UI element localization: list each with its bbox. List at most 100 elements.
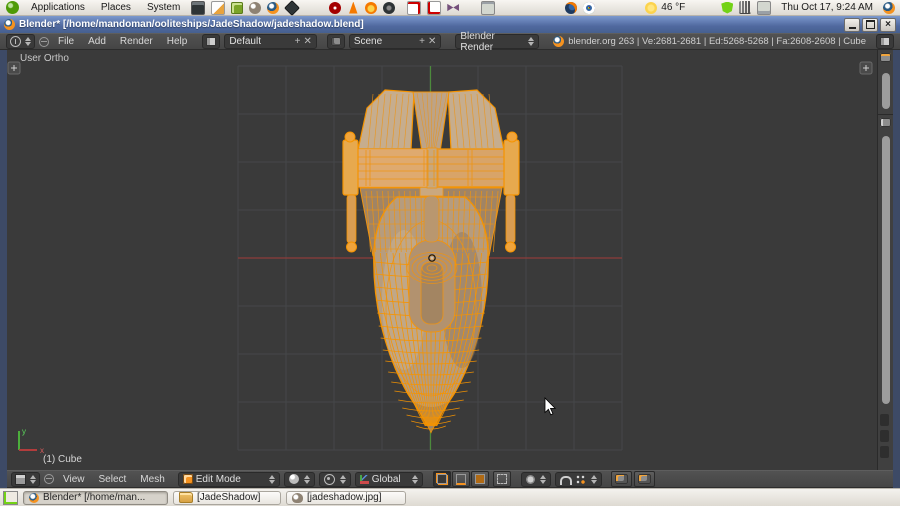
menu-mesh[interactable]: Mesh	[135, 474, 169, 485]
window-duplicate-button[interactable]	[876, 34, 894, 49]
close-button[interactable]: ×	[880, 18, 896, 32]
menu-file[interactable]: File	[53, 36, 79, 47]
outliner-strip[interactable]	[878, 53, 893, 115]
maximize-button[interactable]	[862, 18, 878, 32]
properties-scrollbar[interactable]	[882, 136, 890, 404]
menu-places[interactable]: Places	[94, 0, 138, 15]
toolshelf-expand-button[interactable]	[8, 62, 20, 74]
render-opengl-anim-button[interactable]	[634, 471, 655, 487]
task-label-folder: [JadeShadow]	[197, 492, 260, 503]
remove-scene-icon[interactable]: ✕	[428, 36, 436, 47]
screen-layout-field[interactable]: Default + ✕	[224, 34, 317, 49]
orientation-dropdown[interactable]: Global	[355, 472, 423, 487]
viewport-shading-dropdown[interactable]	[284, 472, 315, 487]
properties-tab-stub2[interactable]	[880, 430, 889, 442]
scene-name: Scene	[354, 36, 416, 47]
menu-add[interactable]: Add	[83, 36, 111, 47]
edge-select-icon	[456, 474, 466, 485]
window-title: Blender* [/home/mandoman/ooliteships/Jad…	[19, 19, 840, 30]
inkscape-launcher-icon[interactable]	[284, 0, 300, 15]
add-layout-icon[interactable]: +	[295, 36, 301, 47]
minimize-icon	[849, 21, 856, 29]
blender-logo-icon	[4, 19, 15, 30]
window-duplicate-icon	[880, 37, 890, 46]
vlc-launcher-icon[interactable]	[347, 2, 359, 14]
remove-layout-icon[interactable]: ✕	[303, 36, 311, 47]
properties-strip[interactable]	[878, 118, 893, 475]
3d-viewport[interactable]: User Ortho y x (1) Cub	[7, 50, 877, 470]
audacity-launcher-icon[interactable]	[365, 2, 377, 14]
blender-tray-icon[interactable]	[883, 2, 895, 14]
snap-magnet-icon[interactable]	[560, 476, 572, 485]
render-button-group	[611, 471, 655, 487]
snap-group	[555, 472, 602, 487]
minimize-button[interactable]	[844, 18, 860, 32]
screenshot-launcher-icon[interactable]	[481, 1, 495, 15]
disc-burner-launcher-icon[interactable]	[329, 2, 341, 14]
calculator-launcher-icon[interactable]	[231, 2, 243, 14]
menu-help[interactable]: Help	[162, 36, 193, 47]
edge-select-button[interactable]	[452, 471, 470, 487]
gimp-launcher-icon[interactable]	[249, 2, 261, 14]
collapse-viewport-menus-icon[interactable]	[44, 474, 54, 484]
render-opengl-button[interactable]	[611, 471, 632, 487]
stats-blender-icon	[553, 36, 564, 47]
scene-field[interactable]: Scene + ✕	[349, 34, 442, 49]
panel-clock[interactable]: Thu Oct 17, 9:24 AM	[775, 2, 879, 13]
shield-check-icon[interactable]	[721, 2, 733, 14]
chrome-icon[interactable]	[583, 2, 595, 14]
task-button-blender[interactable]: Blender* [/home/man...	[23, 491, 168, 505]
window-controls: ×	[844, 18, 896, 32]
scene-icon-button[interactable]	[327, 34, 345, 49]
weather-sun-icon[interactable]	[645, 2, 657, 14]
speaker-launcher-icon[interactable]	[383, 2, 395, 14]
menu-select[interactable]: Select	[94, 474, 132, 485]
show-desktop-icon[interactable]	[3, 491, 18, 505]
selector-arrows	[25, 37, 31, 46]
collapse-menus-icon[interactable]	[39, 37, 49, 47]
add-scene-icon[interactable]: +	[419, 36, 425, 47]
signal-bars-icon[interactable]	[739, 1, 751, 14]
firefox-icon[interactable]	[565, 2, 577, 14]
menu-view[interactable]: View	[58, 474, 90, 485]
properties-tab-stub3[interactable]	[880, 446, 889, 458]
cards2-launcher-icon[interactable]	[427, 1, 441, 15]
printer-icon[interactable]	[757, 1, 771, 15]
global-axis-icon	[360, 475, 369, 484]
snap-arrows	[591, 475, 597, 484]
menu-render[interactable]: Render	[115, 36, 158, 47]
distro-menu-icon[interactable]	[6, 1, 19, 14]
properties-expand-button[interactable]	[860, 62, 872, 74]
menu-system[interactable]: System	[140, 0, 187, 15]
task-button-gimp-image[interactable]: [jadeshadow.jpg]	[286, 491, 406, 505]
snap-target-icon[interactable]	[576, 475, 585, 484]
task-button-jadeshadow-folder[interactable]: [JadeShadow]	[173, 491, 281, 505]
engine-arrows	[528, 37, 534, 46]
editor-type-selector[interactable]	[6, 34, 35, 49]
text-editor-launcher-icon[interactable]	[211, 1, 225, 15]
pivot-center-icon	[324, 474, 335, 485]
terminal-launcher-icon[interactable]	[191, 1, 205, 15]
cards-launcher-icon[interactable]	[407, 1, 421, 15]
mode-dropdown[interactable]: Edit Mode	[178, 472, 280, 487]
layout-name: Default	[229, 36, 291, 47]
limit-selection-visible-button[interactable]	[493, 471, 511, 487]
proportional-edit-dropdown[interactable]	[521, 472, 551, 487]
properties-tab-stub[interactable]	[880, 414, 889, 426]
window-titlebar[interactable]: Blender* [/home/mandoman/ooliteships/Jad…	[0, 16, 900, 33]
pivot-dropdown[interactable]	[319, 472, 351, 487]
face-select-icon	[475, 474, 485, 484]
face-select-button[interactable]	[471, 471, 489, 487]
orientation-name: Global	[372, 474, 407, 485]
blender-launcher-icon[interactable]	[267, 2, 279, 14]
menu-applications[interactable]: Applications	[24, 0, 92, 15]
render-engine-dropdown[interactable]: Blender Render	[455, 34, 539, 49]
properties-editor-icon[interactable]	[880, 118, 891, 127]
gnome-top-panel: Applications Places System 46 °F Thu Oct…	[0, 0, 900, 16]
screen-layout-icon-button[interactable]	[202, 34, 220, 49]
outliner-scrollbar[interactable]	[882, 73, 890, 109]
vertex-select-button[interactable]	[433, 471, 451, 487]
game-launcher-icon[interactable]	[447, 2, 459, 14]
viewport-editor-selector[interactable]	[11, 472, 40, 487]
outliner-editor-icon[interactable]	[880, 53, 891, 62]
